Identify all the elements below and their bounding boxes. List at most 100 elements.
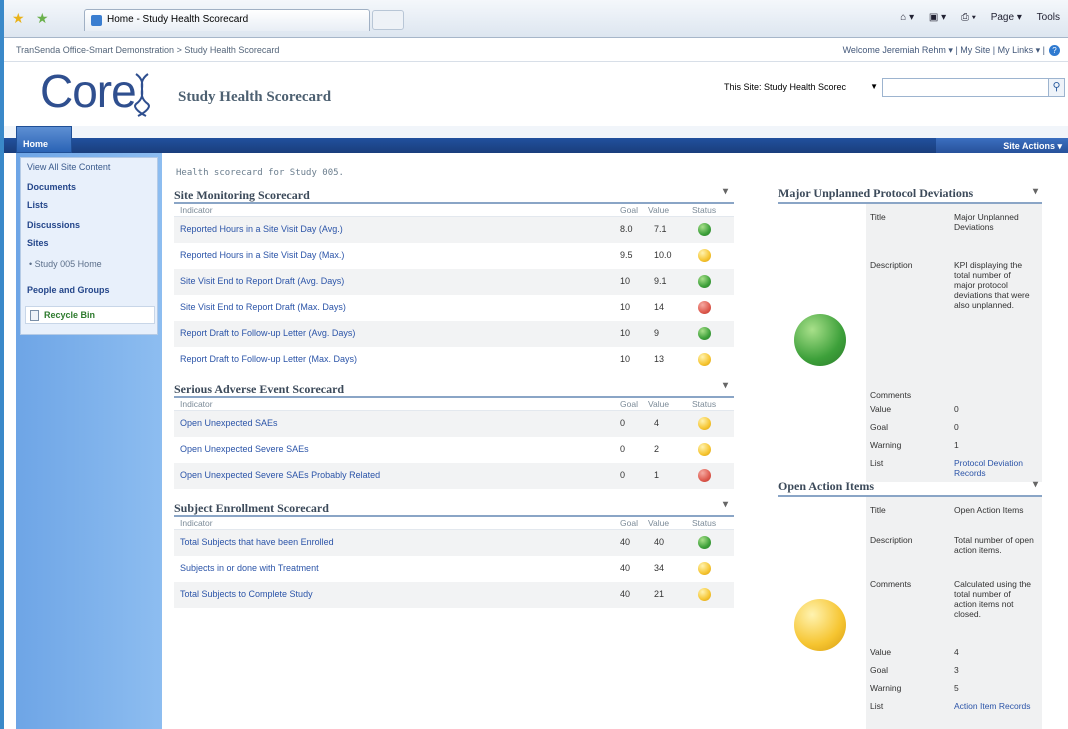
column-header-status: Status	[692, 205, 717, 215]
recycle-bin-label: Recycle Bin	[44, 310, 96, 320]
actual-value: 13	[654, 354, 665, 364]
scorecard-title: Site Monitoring Scorecard ▾	[174, 186, 734, 204]
nav-sites[interactable]: Sites	[27, 238, 49, 248]
table-row: Report Draft to Follow-up Letter (Max. D…	[174, 347, 734, 373]
table-row: Open Unexpected Severe SAEs Probably Rel…	[174, 463, 734, 489]
status-yellow-icon	[698, 443, 711, 456]
table-row: Open Unexpected Severe SAEs 0 2	[174, 437, 734, 463]
goal-value: 0	[620, 470, 626, 480]
scorecard-title: Serious Adverse Event Scorecard ▾	[174, 380, 734, 398]
kpi-field-label: Title	[870, 212, 886, 222]
new-tab-button[interactable]	[372, 10, 404, 30]
tab-home[interactable]: Home	[16, 126, 72, 153]
dna-helix-icon	[134, 73, 150, 117]
goal-value: 0	[620, 418, 626, 428]
tools-menu[interactable]: Tools	[1037, 12, 1060, 23]
feeds-icon[interactable]: ▣ ▾	[929, 12, 946, 23]
site-title: Study Health Scorecard	[178, 89, 332, 105]
nav-documents[interactable]: Documents	[27, 182, 76, 192]
webpart-menu-icon[interactable]: ▾	[1033, 479, 1038, 490]
quick-launch-panel: View All Site Content Documents Lists Di…	[20, 157, 158, 335]
webpart-menu-icon[interactable]: ▾	[723, 186, 728, 197]
actual-value: 14	[654, 302, 665, 312]
browser-command-bar: ⌂ ▾ ▣ ▾ ⎙ ▾ Page ▾ Tools	[888, 12, 1060, 23]
site-actions-menu[interactable]: Site Actions ▾	[936, 138, 1068, 153]
column-header-value: Value	[648, 399, 670, 409]
actual-value: 1	[654, 470, 660, 480]
status-yellow-icon	[698, 588, 711, 601]
kpi-webpart: Open Action Items ▾ Title Open Action Items…	[778, 479, 1042, 729]
breadcrumb[interactable]: TranSenda Office-Smart Demonstration > S…	[16, 45, 279, 55]
status-yellow-icon	[698, 353, 711, 366]
browser-tab[interactable]: Home - Study Health Scorecard	[84, 9, 370, 31]
kpi-field-label: Comments	[870, 579, 912, 589]
column-header-indicator: Indicator	[180, 205, 213, 215]
kpi-field-value: 5	[954, 683, 959, 693]
goal-value: 0	[620, 444, 626, 454]
site-header: Core Study Health Scorecard This Site: S…	[4, 62, 1068, 126]
indicator-link[interactable]: Report Draft to Follow-up Letter (Avg. D…	[180, 328, 355, 338]
scorecard-webpart: Serious Adverse Event Scorecard ▾ Indicato…	[174, 380, 734, 489]
webpart-menu-icon[interactable]: ▾	[1033, 186, 1038, 197]
kpi-field-label: Value	[870, 647, 892, 657]
print-icon[interactable]: ⎙ ▾	[961, 12, 976, 23]
welcome-links[interactable]: Welcome Jeremiah Rehm ▾ | My Site | My L…	[843, 45, 1045, 55]
table-row: Total Subjects that have been Enrolled 40…	[174, 530, 734, 556]
column-header-status: Status	[692, 518, 717, 528]
table-row: Reported Hours in a Site Visit Day (Avg.…	[174, 217, 734, 243]
status-green-icon	[698, 275, 711, 288]
column-header-goal: Goal	[620, 399, 638, 409]
indicator-link[interactable]: Subjects in or done with Treatment	[180, 563, 319, 573]
goal-value: 10	[620, 328, 631, 338]
indicator-link[interactable]: Site Visit End to Report Draft (Max. Day…	[180, 302, 346, 312]
actual-value: 21	[654, 589, 665, 599]
favorites-star-icon[interactable]: ★	[12, 10, 25, 27]
indicator-link[interactable]: Open Unexpected SAEs	[180, 418, 278, 428]
column-header-value: Value	[648, 205, 670, 215]
indicator-link[interactable]: Open Unexpected Severe SAEs Probably Rel…	[180, 470, 380, 480]
main-content: Health scorecard for Study 005. Site Mon…	[162, 153, 1068, 729]
table-header: Indicator Goal Value Status	[174, 398, 734, 411]
nav-discussions[interactable]: Discussions	[27, 220, 80, 230]
kpi-list-link[interactable]: Action Item Records	[954, 701, 1034, 711]
search-scope-label: This Site: Study Health Scorec	[724, 82, 847, 92]
table-row: Reported Hours in a Site Visit Day (Max.…	[174, 243, 734, 269]
add-favorites-icon[interactable]: ★	[36, 10, 49, 27]
indicator-link[interactable]: Site Visit End to Report Draft (Avg. Day…	[180, 276, 344, 286]
nav-lists[interactable]: Lists	[27, 200, 48, 210]
column-header-indicator: Indicator	[180, 399, 213, 409]
goal-value: 40	[620, 563, 631, 573]
kpi-field-label: Comments	[870, 390, 912, 400]
status-red-icon	[698, 469, 711, 482]
kpi-details: Title Major Unplanned Deviations Descripti…	[866, 204, 1042, 482]
page: ★ ★ Home - Study Health Scorecard ⌂ ▾ ▣ …	[0, 0, 1068, 729]
indicator-link[interactable]: Reported Hours in a Site Visit Day (Max.…	[180, 250, 344, 260]
home-icon[interactable]: ⌂ ▾	[900, 12, 914, 23]
nav-study-005-home[interactable]: • Study 005 Home	[29, 259, 102, 269]
kpi-field-value: 4	[954, 647, 959, 657]
status-green-icon	[698, 536, 711, 549]
search-icon[interactable]: ⚲	[1048, 78, 1065, 97]
kpi-list-link[interactable]: Protocol Deviation Records	[954, 458, 1034, 478]
actual-value: 10.0	[654, 250, 672, 260]
recycle-bin-link[interactable]: Recycle Bin	[25, 306, 155, 324]
indicator-link[interactable]: Reported Hours in a Site Visit Day (Avg.…	[180, 224, 343, 234]
indicator-link[interactable]: Open Unexpected Severe SAEs	[180, 444, 309, 454]
table-row: Site Visit End to Report Draft (Max. Day…	[174, 295, 734, 321]
indicator-link[interactable]: Total Subjects that have been Enrolled	[180, 537, 334, 547]
webpart-menu-icon[interactable]: ▾	[723, 380, 728, 391]
kpi-field-label: Warning	[870, 440, 902, 450]
indicator-link[interactable]: Total Subjects to Complete Study	[180, 589, 313, 599]
search-scope-select[interactable]: This Site: Study Health Scorec ▼	[720, 79, 882, 96]
view-all-site-content-link[interactable]: View All Site Content	[27, 162, 110, 172]
indicator-link[interactable]: Report Draft to Follow-up Letter (Max. D…	[180, 354, 357, 364]
goal-value: 8.0	[620, 224, 633, 234]
nav-people-and-groups[interactable]: People and Groups	[27, 285, 110, 295]
page-menu[interactable]: Page ▾	[991, 12, 1022, 23]
search-input[interactable]	[882, 78, 1050, 97]
goal-value: 9.5	[620, 250, 633, 260]
welcome-menu[interactable]: Welcome Jeremiah Rehm ▾ | My Site | My L…	[843, 45, 1060, 56]
help-icon[interactable]: ?	[1049, 45, 1060, 56]
status-yellow-icon	[698, 562, 711, 575]
webpart-menu-icon[interactable]: ▾	[723, 499, 728, 510]
